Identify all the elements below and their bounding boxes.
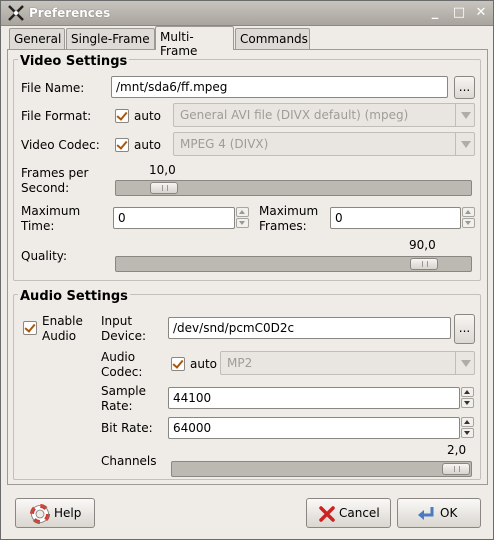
fps-slider[interactable] [115,180,472,196]
file-format-auto-label: auto [134,109,162,123]
quality-slider[interactable] [115,256,472,272]
channels-slider-handle[interactable] [442,463,470,475]
input-device-browse-button[interactable]: ... [454,314,475,344]
video-codec-auto-label: auto [134,138,162,152]
minimize-icon[interactable]: _ [427,5,443,21]
window-title: Preferences [29,6,111,20]
audio-codec-label-line2: Codec: [101,365,143,379]
audio-codec-select[interactable]: MP2 [220,351,475,375]
sample-rate-input[interactable]: 44100 [168,387,460,409]
fps-value: 10,0 [149,163,176,177]
audio-codec-auto-checkbox[interactable] [171,357,185,371]
video-codec-auto-checkbox[interactable] [115,138,129,152]
maximize-icon[interactable]: □ [451,5,467,21]
help-label: Help [54,506,82,520]
file-format-label: File Format: [21,109,92,123]
tab-multi-frame[interactable]: Multi-Frame [155,26,234,58]
quality-label: Quality: [21,249,68,263]
tab-single-frame-label: Single-Frame [71,32,150,46]
spin-up-icon[interactable] [462,207,475,217]
quality-value: 90,0 [409,238,436,252]
file-format-value: General AVI file (DIVX default) (mpeg) [180,108,409,122]
spin-up-icon[interactable] [461,387,474,397]
channels-slider[interactable] [171,461,472,477]
sample-rate-spinner[interactable] [461,387,474,409]
video-codec-value: MPEG 4 (DIVX) [180,137,269,151]
fps-label-line2: Second: [21,181,70,195]
channels-label: Channels [101,454,157,468]
enable-audio-label-line2: Audio [42,329,77,343]
enable-audio-label-line1: Enable [42,314,83,328]
ok-button[interactable]: OK [397,498,481,528]
tab-multi-frame-label: Multi-Frame [160,30,198,58]
tab-general[interactable]: General [9,28,65,49]
video-codec-select[interactable]: MPEG 4 (DIVX) [173,132,475,156]
tab-commands-label: Commands [240,32,308,46]
channels-value: 2,0 [447,443,467,457]
spin-up-icon[interactable] [236,207,249,217]
app-icon [8,5,24,21]
input-device-label-line1: Input [101,314,133,328]
ok-label: OK [440,506,458,520]
chevron-down-icon [455,133,474,155]
lifebuoy-icon [30,504,50,524]
audio-codec-value: MP2 [227,356,253,370]
input-device-input[interactable]: /dev/snd/pcmC0D2c [168,317,451,339]
chevron-down-icon [455,104,474,126]
bit-rate-spinner[interactable] [461,417,474,439]
spin-down-icon[interactable] [236,218,249,228]
bit-rate-label: Bit Rate: [101,421,153,435]
audio-settings-title: Audio Settings [18,289,130,304]
max-frames-label-line2: Frames: [259,219,307,233]
video-codec-label: Video Codec: [21,138,100,152]
help-button[interactable]: Help [15,498,95,528]
cancel-button[interactable]: Cancel [306,498,391,528]
file-name-label: File Name: [21,81,85,95]
max-frames-label-line1: Maximum [259,204,319,218]
spin-up-icon[interactable] [461,417,474,427]
chevron-down-icon [455,352,474,374]
max-time-spinner[interactable] [236,207,249,229]
preferences-window: Preferences _ □ ✕ General Single-Frame M… [0,0,494,540]
file-name-input[interactable]: /mnt/sda6/ff.mpeg [111,76,448,98]
bit-rate-input[interactable]: 64000 [168,417,460,439]
quality-slider-handle[interactable] [410,258,438,270]
fps-label-line1: Frames per [21,166,89,180]
return-arrow-icon [418,507,434,520]
max-time-input[interactable]: 0 [113,207,235,229]
title-bar[interactable]: Preferences _ □ ✕ [1,1,493,26]
spin-down-icon[interactable] [461,428,474,438]
tab-general-label: General [14,32,62,46]
sample-rate-label-line1: Sample [101,384,146,398]
file-browse-button[interactable]: ... [454,76,475,99]
spin-down-icon[interactable] [461,398,474,408]
close-icon[interactable]: ✕ [473,5,489,21]
input-device-label-line2: Device: [101,329,147,343]
spin-down-icon[interactable] [462,218,475,228]
max-time-label-line1: Maximum [21,204,81,218]
cancel-label: Cancel [339,506,380,520]
enable-audio-checkbox[interactable] [23,321,37,335]
max-frames-input[interactable]: 0 [330,207,461,229]
video-settings-title: Video Settings [18,54,130,69]
red-x-icon [319,506,335,522]
audio-codec-label-line1: Audio [101,350,136,364]
file-format-auto-checkbox[interactable] [115,109,129,123]
tab-commands[interactable]: Commands [235,28,310,49]
fps-slider-handle[interactable] [150,182,178,194]
audio-codec-auto-label: auto [190,357,218,371]
max-time-label-line2: Time: [21,219,55,233]
max-frames-spinner[interactable] [462,207,475,229]
sample-rate-label-line2: Rate: [101,399,133,413]
file-format-select[interactable]: General AVI file (DIVX default) (mpeg) [173,103,475,127]
tab-single-frame[interactable]: Single-Frame [66,28,155,49]
